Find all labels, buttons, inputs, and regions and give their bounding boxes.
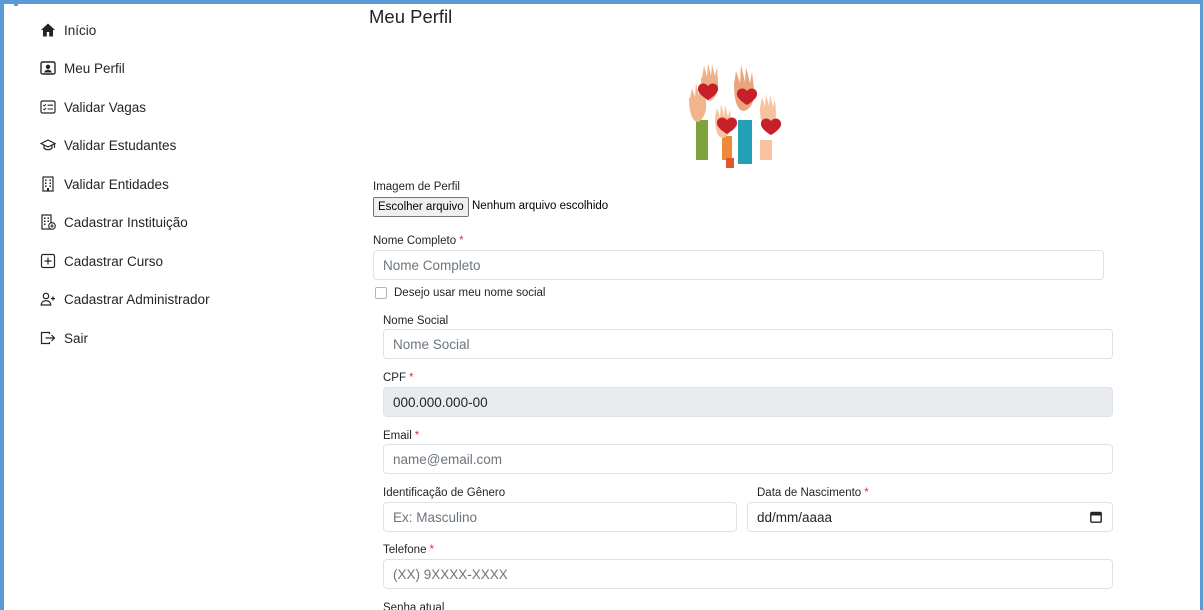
choose-file-button[interactable]: Escolher arquivo: [373, 197, 469, 217]
profile-image-label: Imagem de Perfil: [373, 181, 460, 193]
full-name-label: Nome Completo *: [373, 235, 464, 247]
house-icon: [40, 22, 56, 38]
email-label-text: Email: [383, 430, 412, 442]
raised-hands-hearts-illustration: [680, 58, 792, 170]
sidebar-item-cadastrar-instituicao[interactable]: Cadastrar Instituição: [40, 210, 188, 234]
phone-label-text: Telefone: [383, 544, 427, 556]
sidebar-item-label: Validar Estudantes: [64, 137, 177, 153]
cpf-label-text: CPF: [383, 372, 406, 384]
sidebar-item-label: Cadastrar Curso: [64, 253, 164, 269]
mortarboard-icon: [40, 137, 56, 153]
gender-label: Identificação de Gênero: [383, 487, 506, 499]
sidebar-item-label: Sair: [64, 330, 89, 346]
birth-date-label: Data de Nascimento *: [757, 487, 869, 499]
social-name-checkbox-row[interactable]: Desejo usar meu nome social: [375, 287, 546, 299]
building-icon: [40, 176, 56, 192]
email-label: Email *: [383, 430, 419, 442]
sidebar-item-meu-perfil[interactable]: Meu Perfil: [40, 56, 125, 80]
birth-date-input[interactable]: dd/mm/aaaa: [747, 502, 1113, 532]
sidebar-item-cadastrar-curso[interactable]: Cadastrar Curso: [40, 249, 163, 273]
file-status-text: Nenhum arquivo escolhido: [472, 200, 609, 212]
building-add-icon: [40, 214, 56, 230]
box-arrow-right-icon: [40, 330, 56, 346]
required-marker: *: [459, 235, 464, 247]
email-input[interactable]: name@email.com: [383, 444, 1113, 474]
person-badge-icon: [40, 60, 56, 76]
birth-date-label-text: Data de Nascimento: [757, 487, 862, 499]
cpf-label: CPF *: [383, 372, 413, 384]
sidebar-item-validar-vagas[interactable]: Validar Vagas: [40, 95, 146, 119]
sidebar-item-label: Cadastrar Administrador: [64, 291, 210, 307]
social-name-checkbox-label: Desejo usar meu nome social: [394, 287, 546, 299]
cpf-input: 000.000.000-00: [383, 387, 1113, 417]
sidebar: Início Meu Perfil Validar Vagas Validar …: [0, 0, 345, 610]
phone-input[interactable]: (XX) 9XXXX-XXXX: [383, 559, 1113, 589]
plus-square-icon: [40, 253, 56, 269]
full-name-label-text: Nome Completo: [373, 235, 457, 247]
social-name-input[interactable]: Nome Social: [383, 329, 1113, 359]
required-marker: *: [409, 372, 414, 384]
sidebar-item-validar-entidades[interactable]: Validar Entidades: [40, 172, 169, 196]
social-name-checkbox[interactable]: [375, 287, 387, 299]
sidebar-item-cadastrar-administrador[interactable]: Cadastrar Administrador: [40, 287, 210, 311]
sidebar-item-label: Validar Vagas: [64, 99, 147, 115]
person-plus-icon: [40, 291, 56, 307]
sidebar-item-validar-estudantes[interactable]: Validar Estudantes: [40, 133, 176, 157]
checklist-icon: [40, 99, 56, 115]
sidebar-item-label: Meu Perfil: [64, 60, 125, 76]
full-name-input[interactable]: Nome Completo: [373, 250, 1104, 280]
gender-input[interactable]: Ex: Masculino: [383, 502, 737, 532]
calendar-icon[interactable]: [1090, 511, 1102, 523]
page-title: Meu Perfil: [369, 6, 453, 27]
required-marker: *: [414, 430, 420, 442]
required-marker: *: [864, 487, 869, 499]
phone-label: Telefone *: [383, 544, 434, 556]
birth-date-value: dd/mm/aaaa: [757, 509, 833, 525]
sidebar-item-inicio[interactable]: Início: [40, 18, 96, 42]
sidebar-item-label: Cadastrar Instituição: [64, 214, 188, 230]
required-marker: *: [429, 544, 434, 556]
sidebar-item-label: Validar Entidades: [64, 176, 169, 192]
sidebar-item-sair[interactable]: Sair: [40, 326, 88, 350]
current-password-label: Senha atual: [383, 602, 445, 610]
social-name-label: Nome Social: [383, 315, 449, 327]
sidebar-item-label: Início: [64, 22, 97, 38]
